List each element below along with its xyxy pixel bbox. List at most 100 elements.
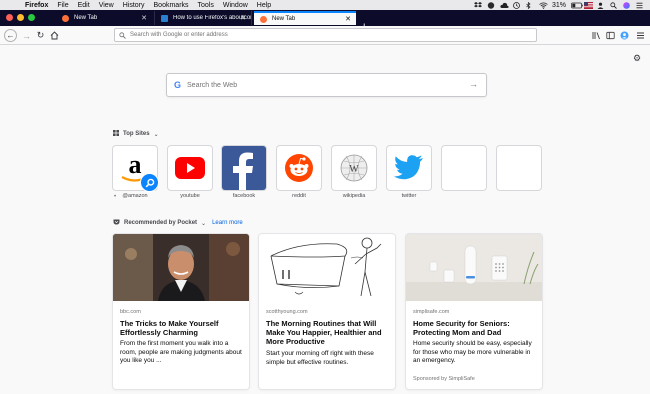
notification-center-icon[interactable] (636, 2, 644, 9)
menu-hamburger-icon[interactable] (634, 29, 647, 42)
firefox-icon (260, 15, 267, 23)
article-photo-portrait (113, 234, 249, 301)
card-title: The Morning Routines that Will Make You … (266, 319, 382, 346)
svg-text:W: W (349, 164, 359, 175)
top-site-label: twitter (401, 193, 417, 199)
user-icon[interactable] (597, 2, 605, 9)
pocket-icon (113, 219, 120, 227)
web-search-box[interactable]: G Search the Web → (167, 74, 486, 96)
library-icon[interactable] (590, 29, 603, 42)
top-site-youtube[interactable] (168, 146, 212, 190)
top-site-empty-slot[interactable] (442, 146, 486, 190)
close-tab-icon[interactable]: ✕ (345, 15, 351, 23)
close-tab-icon[interactable]: ✕ (141, 14, 147, 22)
top-site-label: reddit (292, 193, 306, 199)
sidebar-icon[interactable] (604, 29, 617, 42)
top-site-label: @amazon (122, 193, 148, 199)
site-icon (161, 14, 168, 22)
card-title: The Tricks to Make Yourself Effortlessly… (120, 319, 219, 337)
tab-new-tab-active[interactable]: New Tab ✕ (254, 11, 356, 25)
card-host: simplisafe.com (413, 309, 450, 315)
card-description: Home security should be easy, especially… (413, 340, 532, 364)
card-description: From the first moment you walk into a ro… (120, 340, 242, 364)
card-sponsor: Sponsored by SimpliSafe (413, 376, 475, 382)
card-title: Home Security for Seniors: Protecting Mo… (413, 319, 510, 337)
tab-title: New Tab (272, 16, 296, 22)
tab-title: New Tab (74, 15, 98, 21)
bluetooth-icon[interactable] (526, 1, 534, 9)
top-site-twitter[interactable] (387, 146, 431, 190)
menubar-status-area: 31% (473, 0, 644, 10)
card-host: bbc.com (120, 309, 141, 315)
search-submit-arrow-icon[interactable]: → (469, 79, 478, 89)
top-site-label: youtube (180, 193, 200, 199)
top-site-empty-slot[interactable] (497, 146, 541, 190)
tab-how-to-use-firefox[interactable]: How to use Firefox's aboutconfi ✕ (154, 11, 252, 25)
spotlight-icon[interactable] (610, 1, 618, 9)
top-site-label: wikipedia (342, 193, 366, 199)
pocket-card[interactable]: scotthyoung.com The Morning Routines tha… (259, 234, 395, 389)
battery-icon[interactable] (571, 2, 583, 9)
evernote-icon[interactable] (487, 1, 495, 9)
navigation-toolbar: ← → ↻ Search with Google or enter addres… (0, 26, 650, 45)
back-arrow-icon[interactable]: ← (4, 29, 17, 42)
firefox-icon (62, 14, 69, 22)
search-icon (119, 31, 126, 39)
menu-history[interactable]: History (123, 2, 145, 9)
top-site-wikipedia[interactable]: W (332, 146, 376, 190)
forward-arrow-icon[interactable]: → (20, 29, 33, 42)
cloud-icon[interactable] (500, 2, 509, 9)
google-icon: G (174, 80, 182, 90)
top-sites-label: Top Sites (123, 131, 150, 137)
grid-icon (113, 130, 119, 138)
facebook-logo-icon (233, 152, 253, 190)
reddit-logo-icon (285, 154, 313, 182)
url-placeholder: Search with Google or enter address (130, 32, 228, 38)
menu-file[interactable]: File (57, 2, 68, 9)
tab-new-tab-1[interactable]: New Tab ✕ (56, 11, 152, 25)
gear-icon[interactable]: ⚙ (633, 53, 641, 64)
pocket-label: Recommended by Pocket (124, 220, 198, 226)
minimize-window-button[interactable] (17, 14, 24, 21)
close-window-button[interactable] (6, 14, 13, 21)
menu-view[interactable]: View (99, 2, 114, 9)
wikipedia-globe-icon: W (340, 154, 368, 182)
window-controls (6, 14, 35, 21)
chevron-down-icon[interactable]: ⌄ (201, 220, 206, 227)
home-icon[interactable] (48, 29, 61, 42)
card-host: scotthyoung.com (266, 309, 308, 315)
account-icon[interactable] (618, 29, 631, 42)
article-sketch-illustration (259, 234, 395, 301)
svg-text:a: a (129, 150, 142, 179)
top-sites-heading[interactable]: Top Sites ⌄ (113, 130, 159, 138)
app-menu[interactable]: Firefox (25, 2, 48, 9)
apple-icon[interactable] (10, 1, 17, 9)
pocket-card[interactable]: bbc.com The Tricks to Make Yourself Effo… (113, 234, 249, 389)
menu-edit[interactable]: Edit (78, 2, 90, 9)
twitter-bird-icon (394, 155, 423, 180)
tab-strip: New Tab ✕ How to use Firefox's aboutconf… (0, 10, 650, 33)
pocket-heading: Recommended by Pocket ⌄ Learn more (113, 219, 243, 227)
learn-more-link[interactable]: Learn more (212, 220, 243, 226)
chevron-down-icon[interactable]: ⌄ (154, 131, 159, 138)
reload-icon[interactable]: ↻ (34, 29, 47, 42)
close-tab-icon[interactable]: ✕ (240, 14, 246, 22)
menu-tools[interactable]: Tools (198, 2, 214, 9)
search-placeholder: Search the Web (187, 81, 238, 89)
menu-window[interactable]: Window (223, 2, 248, 9)
top-site-facebook[interactable] (222, 146, 266, 190)
top-site-reddit[interactable] (277, 146, 321, 190)
flag-icon[interactable] (584, 1, 593, 9)
clock-icon[interactable] (513, 1, 521, 9)
dropbox-icon[interactable] (473, 1, 482, 9)
battery-percent: 31% (551, 1, 566, 9)
wifi-icon[interactable] (539, 2, 548, 9)
top-site-label: facebook (232, 193, 256, 199)
zoom-window-button[interactable] (28, 14, 35, 21)
menu-help[interactable]: Help (257, 2, 271, 9)
url-bar[interactable]: Search with Google or enter address (114, 28, 537, 42)
card-description: Start your morning off right with these … (266, 350, 374, 366)
siri-icon[interactable] (623, 1, 631, 9)
pocket-card[interactable]: simplisafe.com Home Security for Seniors… (406, 234, 542, 389)
menu-bookmarks[interactable]: Bookmarks (154, 2, 189, 9)
